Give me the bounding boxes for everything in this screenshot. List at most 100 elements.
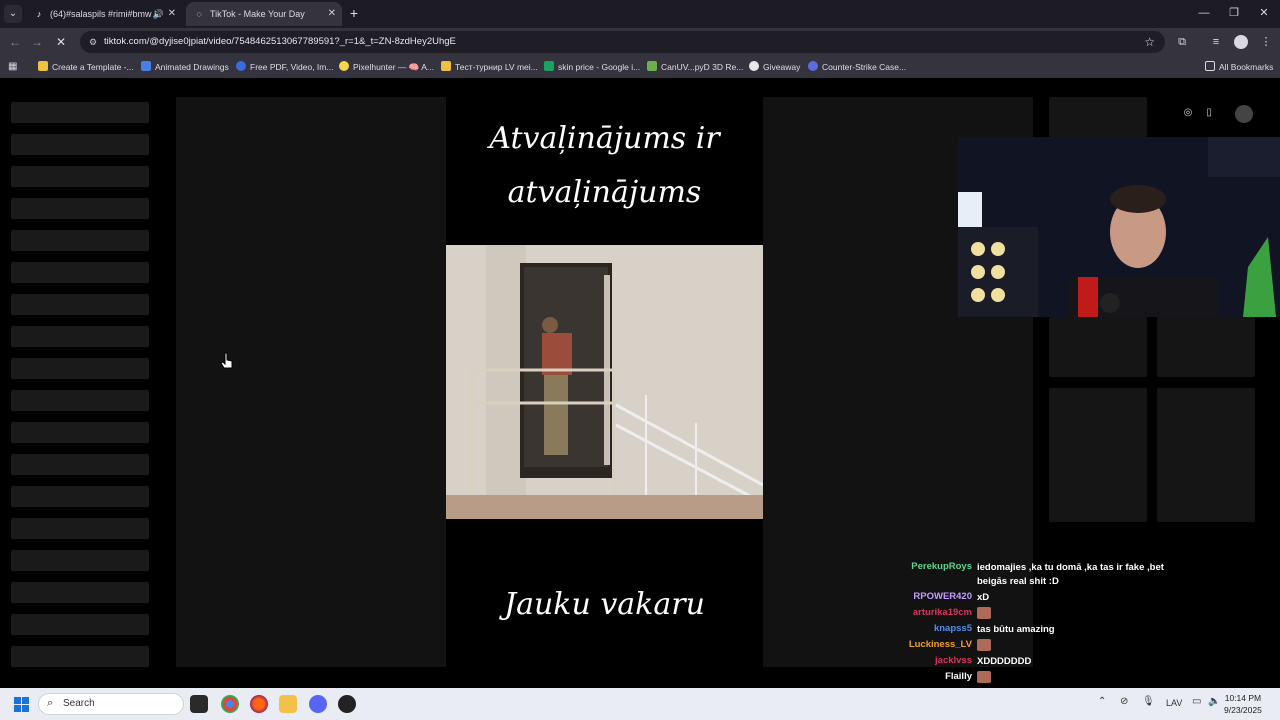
video-thumbnail[interactable] (1157, 317, 1255, 377)
tiktok-page: Atvaļinājums ir atvaļinājums Jauku vakar… (0, 78, 1280, 713)
device-icon[interactable]: ▯ (1201, 105, 1217, 121)
tiktok-icon: ♪ (36, 9, 42, 19)
user-avatar[interactable] (1235, 105, 1253, 123)
video-thumbnail[interactable] (1049, 97, 1147, 137)
volume-icon[interactable]: 🔈 (1208, 696, 1220, 707)
chat-text: iedomajies ,ka tu domā ,ka tas ir fake ,… (977, 562, 1164, 587)
forward-button[interactable]: → (28, 33, 46, 51)
sidebar-skeleton-bar (11, 646, 149, 667)
chat-username: jacklvss (935, 655, 972, 666)
bookmark-favicon-icon (339, 61, 349, 71)
chrome-icon[interactable] (221, 695, 239, 713)
discord-icon[interactable] (309, 695, 327, 713)
file-explorer-icon[interactable] (279, 695, 297, 713)
browser-toolbar: ← → ✕ ⚙ tiktok.com/@dyjise0jpiat/video/7… (0, 28, 1280, 56)
chat-username: arturika19cm (912, 607, 972, 618)
bookmark-favicon-icon (544, 61, 554, 71)
close-tab-icon[interactable]: ✕ (328, 2, 336, 26)
video-player[interactable]: Atvaļinājums ir atvaļinājums Jauku vakar… (446, 97, 763, 667)
video-thumbnail[interactable] (1049, 317, 1147, 377)
tab-search-icon[interactable]: ⌄ (4, 5, 22, 23)
search-icon: ⌕ (47, 697, 54, 709)
sidebar-skeleton-bar (11, 422, 149, 443)
tab-title: TikTok - Make Your Day (210, 9, 305, 19)
chat-text (977, 671, 1177, 686)
chat-text: XDDDDDDD (977, 656, 1032, 667)
bookmark-label: Pixelhunter — 🧠 A... (353, 62, 434, 72)
tab-salaspils[interactable]: ♪ (64)#salaspils #rimi#bmw | 🔊 ✕ (26, 2, 182, 26)
chat-username: knapss5 (933, 623, 972, 634)
caption-top-line1: Atvaļinājums ir (489, 121, 720, 156)
bookmark-label: CanUV...pyD 3D Re... (661, 62, 744, 72)
new-tab-button[interactable]: + (346, 5, 362, 21)
bookmark-label: Тест-турнир LV mei... (455, 62, 538, 72)
video-backdrop-left[interactable] (176, 97, 446, 667)
bookmark-item[interactable]: Counter-Strike Case... (808, 59, 906, 75)
bookmark-label: Animated Drawings (155, 62, 229, 72)
bookmark-label: Free PDF, Video, Im... (250, 62, 334, 72)
chat-username: Luckiness_LV (908, 639, 972, 650)
bookmark-label: Giveaway (763, 62, 801, 72)
language-indicator[interactable]: LAV (1166, 698, 1182, 708)
bookmark-item[interactable]: Create a Template -... (38, 59, 134, 75)
bookmark-item[interactable]: CanUV...pyD 3D Re... (647, 59, 743, 75)
bookmark-item[interactable]: Pixelhunter — 🧠 A... (339, 59, 434, 75)
address-bar[interactable]: ⚙ tiktok.com/@dyjise0jpiat/video/7548462… (80, 31, 1165, 53)
clock-time: 10:14 PM (1224, 693, 1262, 703)
firefox-icon[interactable] (250, 695, 268, 713)
stop-button[interactable]: ✕ (52, 33, 70, 51)
close-tab-icon[interactable]: ✕ (168, 2, 176, 26)
profile-avatar[interactable] (1234, 35, 1248, 49)
extensions-icon[interactable]: ⧉ (1174, 34, 1190, 50)
bookmark-label: Counter-Strike Case... (822, 62, 907, 72)
sidebar-skeleton-bar (11, 486, 149, 507)
all-bookmarks-button[interactable]: All Bookmarks (1205, 59, 1273, 75)
bookmark-item[interactable]: Giveaway (749, 59, 800, 75)
windows-start-icon[interactable] (14, 697, 29, 712)
bookmark-favicon-icon (441, 61, 451, 71)
sidebar-skeleton-bar (11, 390, 149, 411)
bookmark-favicon-icon (236, 61, 246, 71)
obs-icon[interactable] (338, 695, 356, 713)
network-icon[interactable]: ⊘ (1120, 696, 1128, 707)
autoscroll-icon[interactable]: ◎ (1180, 105, 1196, 121)
back-button[interactable]: ← (6, 33, 24, 51)
chat-username: Flailly (945, 671, 972, 682)
system-clock[interactable]: 10:14 PM 9/23/2025 (1224, 692, 1262, 716)
chat-text: tas būtu amazing (977, 624, 1055, 635)
bookmark-star-icon[interactable]: ☆ (1144, 34, 1155, 50)
menu-icon[interactable]: ⋮ (1258, 34, 1274, 50)
minimize-button[interactable]: — (1188, 4, 1220, 22)
task-view-icon[interactable] (190, 695, 208, 713)
media-control-icon[interactable]: ≡ (1208, 34, 1224, 50)
close-window-button[interactable]: ✕ (1248, 4, 1280, 22)
emote-icon (977, 607, 991, 619)
sidebar-skeleton-bar (11, 582, 149, 603)
display-icon[interactable]: ▭ (1192, 696, 1201, 707)
chat-text (977, 639, 1177, 654)
apps-grid-icon[interactable]: ▦ (8, 61, 20, 73)
sidebar-skeleton-bar (11, 166, 149, 187)
bookmark-item[interactable]: Тест-турнир LV mei... (441, 59, 538, 75)
tab-tiktok[interactable]: ◌ TikTok - Make Your Day ✕ (186, 2, 342, 26)
bookmark-item[interactable]: Free PDF, Video, Im... (236, 59, 333, 75)
restore-button[interactable]: ❐ (1218, 4, 1250, 22)
site-info-icon[interactable]: ⚙ (86, 35, 100, 49)
mic-icon[interactable]: 🎙 (1142, 696, 1155, 707)
speaker-icon[interactable]: 🔊 (153, 2, 164, 26)
tray-chevron-icon[interactable]: ⌃ (1098, 696, 1106, 707)
bookmark-item[interactable]: Animated Drawings (141, 59, 229, 75)
emote-icon (977, 639, 991, 651)
caption-top-line2: atvaļinājums (507, 175, 702, 210)
bookmark-item[interactable]: skin price - Google i... (544, 59, 640, 75)
sidebar-skeleton-bar (11, 358, 149, 379)
search-label: Search (63, 698, 95, 709)
url-text[interactable]: tiktok.com/@dyjise0jpiat/video/754846251… (104, 31, 456, 53)
video-thumbnail[interactable] (1157, 388, 1255, 522)
streamer-webcam (958, 137, 1280, 317)
all-bookmarks-label: All Bookmarks (1219, 62, 1274, 72)
bookmark-favicon-icon (808, 61, 818, 71)
sidebar-skeleton-bar (11, 454, 149, 475)
taskbar-search[interactable]: ⌕ Search (38, 693, 184, 715)
video-thumbnail[interactable] (1049, 388, 1147, 522)
